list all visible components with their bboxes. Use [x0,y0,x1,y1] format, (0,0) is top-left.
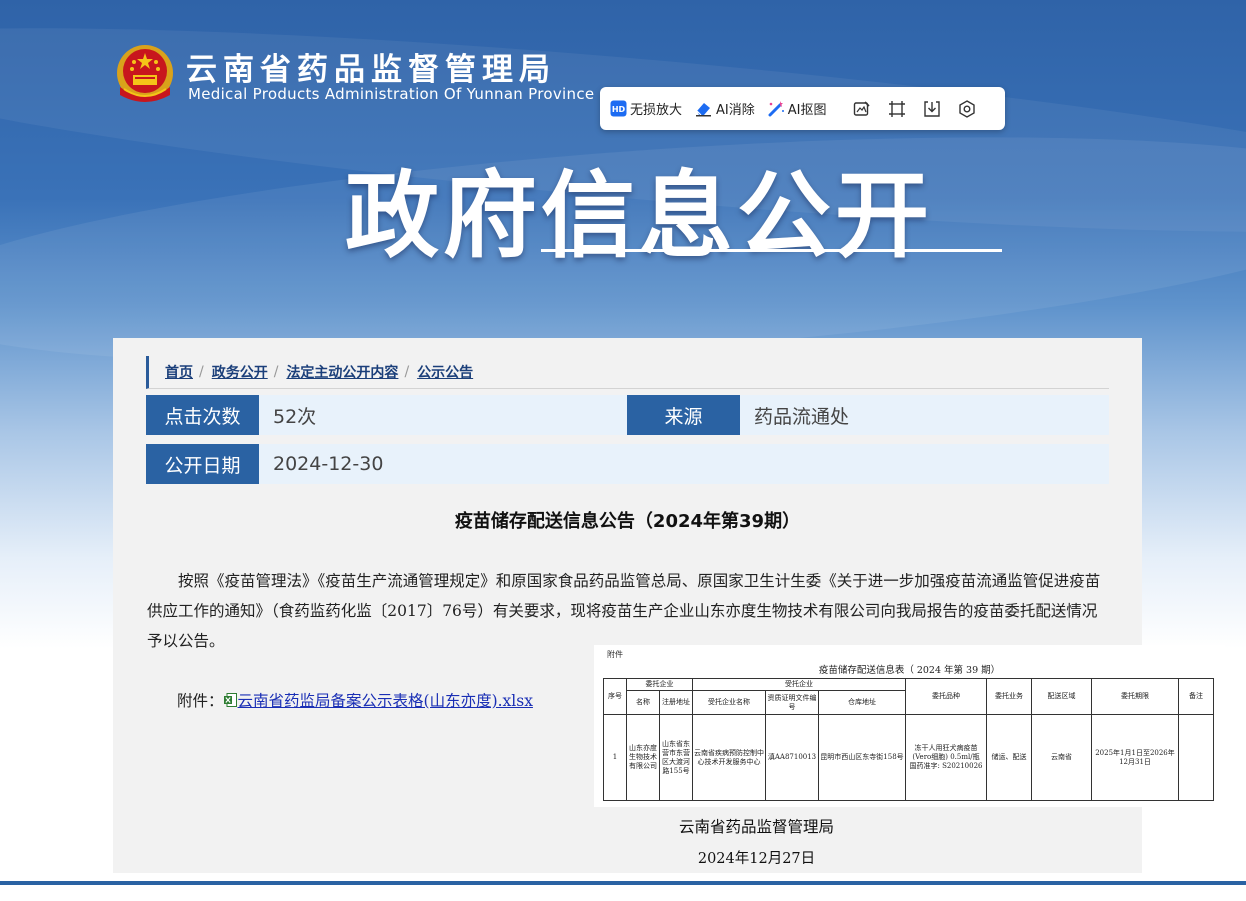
download-button[interactable] [921,98,943,120]
th-address: 注册地址 [659,690,693,715]
cell-entrusted-name: 云南省疾病预防控制中心技术开发服务中心 [692,714,766,801]
ai-erase-label: AI消除 [716,103,755,118]
cell-business: 储运、配送 [986,714,1032,801]
breadcrumb-home[interactable]: 首页 [165,362,193,382]
table-title: 疫苗储存配送信息表（ 2024 年第 39 期） [818,665,1001,676]
attachment: 附件： 云南省药监局备案公示表格(山东亦度).xlsx [177,689,533,711]
settings-icon [959,99,976,118]
cell-period: 2025年1月1日至2026年12月31日 [1091,714,1179,801]
table-image: 附件 疫苗储存配送信息表（ 2024 年第 39 期） 序号 委托企业 受托企业… [594,645,1225,807]
eraser-icon [696,103,712,117]
cell-address: 山东省东营市东营区大渡河路155号 [659,714,693,801]
th-cert-no: 资质证明文件编号 [765,690,819,715]
source-label: 来源 [627,395,740,435]
cell-variety: 冻干人用狂犬病疫苗(Vero细胞) 0.5ml/瓶 国药准字: S2021002… [905,714,987,801]
download-icon [924,100,941,117]
hd-icon: HD [610,100,627,117]
date-label: 公开日期 [146,444,259,484]
info-row-date: 公开日期 2024-12-30 [146,444,1109,484]
signature-org: 云南省药品监督管理局 [678,818,834,836]
image-toolbar: HD 无损放大 AI消除 AI抠图 [600,87,1005,130]
cell-region: 云南省 [1031,714,1092,801]
th-entrusted: 受托企业 [692,678,906,691]
hero-underline [541,249,1002,252]
crop-button[interactable] [886,98,908,120]
svg-text:HD: HD [612,105,626,114]
breadcrumb-gov-affairs[interactable]: 政务公开 [212,362,268,382]
article-body: 按照《疫苗管理法》《疫苗生产流通管理规定》和原国家食品药品监管总局、原国家卫生计… [147,572,1101,650]
th-entrusted-name: 受托企业名称 [692,690,766,715]
magic-wand-icon [768,101,784,117]
clicks-value: 52次 [273,405,317,428]
settings-button[interactable] [956,98,978,120]
vaccine-table: 序号 委托企业 受托企业 委托品种 委托业务 配送区域 委托期限 备注 名称 注… [603,678,1214,801]
national-emblem-icon [117,45,173,102]
th-seq: 序号 [603,678,627,715]
ai-cutout-button[interactable]: AI抠图 [767,99,827,118]
attachment-label: 附件： [177,692,224,710]
cell-cert-no: 滇AA8710013 [765,714,819,801]
th-variety: 委托品种 [905,678,987,715]
crop-icon [889,100,906,117]
excel-file-icon [223,693,237,707]
cell-seq: 1 [603,714,627,801]
table-attachment-tag: 附件 [607,650,623,659]
site-title: 云南省药品监督管理局 [186,52,556,88]
th-business: 委托业务 [986,678,1032,715]
breadcrumb-announcements[interactable]: 公示公告 [417,362,473,382]
breadcrumb-separator: / [404,364,410,380]
ai-cutout-label: AI抠图 [787,103,827,118]
source-value: 药品流通处 [754,405,850,428]
th-region: 配送区域 [1031,678,1092,715]
breadcrumb: 首页 / 政务公开 / 法定主动公开内容 / 公示公告 [146,356,1109,389]
lossless-zoom-label: 无损放大 [630,103,683,118]
breadcrumb-separator: / [199,364,204,380]
cell-remark [1178,714,1214,801]
info-row-clicks-source: 点击次数 52次 来源 药品流通处 [146,395,1109,435]
article-title: 疫苗储存配送信息公告（2024年第39期） [454,511,801,532]
site-subtitle: Medical Products Administration Of Yunna… [188,85,595,103]
table-row: 1 山东亦度生物技术有限公司 山东省东营市东营区大渡河路155号 云南省疾病预防… [603,714,1214,801]
edit-image-button[interactable] [851,98,873,120]
th-entrusting: 委托企业 [626,678,693,691]
th-period: 委托期限 [1091,678,1179,715]
hero-title: 政府信息公开 [345,162,934,271]
cell-name: 山东亦度生物技术有限公司 [626,714,660,801]
breadcrumb-separator: / [273,364,279,380]
signature-date: 2024年12月27日 [697,851,816,867]
ai-erase-button[interactable]: AI消除 [694,99,755,118]
date-value: 2024-12-30 [273,453,384,475]
th-warehouse: 仓库地址 [818,690,906,715]
footer-divider [0,881,1246,885]
clicks-label: 点击次数 [146,395,259,435]
edit-icon [854,100,871,116]
th-name: 名称 [626,690,660,715]
th-remark: 备注 [1178,678,1214,715]
breadcrumb-statutory-disclosure[interactable]: 法定主动公开内容 [286,362,398,382]
cell-warehouse: 昆明市西山区东寺街158号 [818,714,906,801]
lossless-zoom-button[interactable]: HD 无损放大 [610,99,682,118]
attachment-link[interactable]: 云南省药监局备案公示表格(山东亦度).xlsx [238,692,533,710]
